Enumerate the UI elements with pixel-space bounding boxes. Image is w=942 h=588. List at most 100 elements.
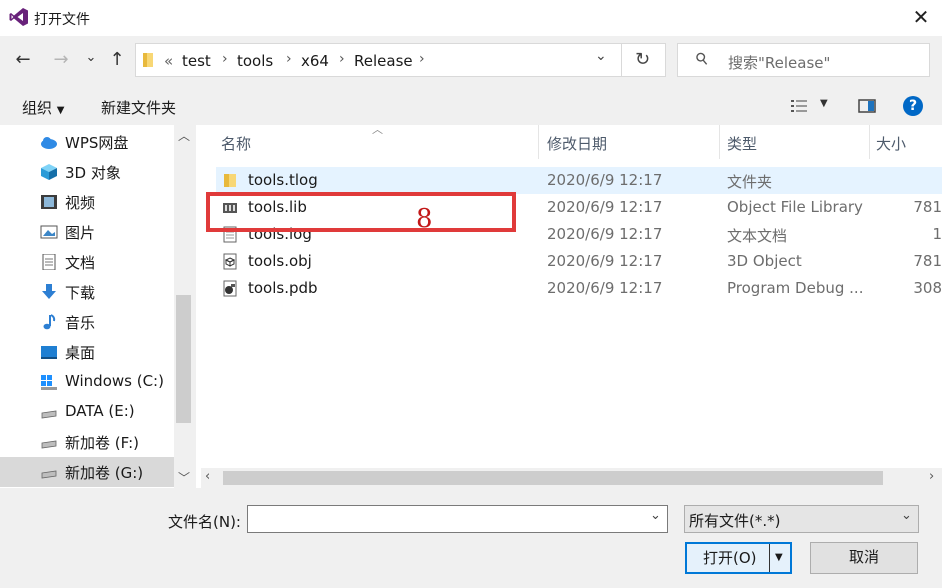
filter-dropdown-icon[interactable]: ⌄ [901, 508, 912, 523]
column-header-name[interactable]: 名称 [221, 133, 251, 154]
file-date: 2020/6/9 12:17 [547, 198, 663, 216]
sidebar-item-volume-g[interactable]: 新加卷 (G:) [0, 457, 174, 487]
sidebar-item-downloads[interactable]: 下载 [0, 277, 174, 307]
address-bar[interactable]: « test › tools › x64 › Release › ⌄ [135, 43, 622, 77]
organize-label: 组织 [22, 99, 53, 117]
folder-icon [224, 174, 236, 187]
file-type-filter-select[interactable]: 所有文件(*.*) ⌄ [684, 505, 919, 533]
cancel-button[interactable]: 取消 [810, 542, 918, 574]
column-header-date[interactable]: 修改日期 [547, 133, 607, 154]
navigation-pane: WPS网盘 3D 对象 视频 图片 文档 下载 音乐 桌面 Windows (C… [0, 125, 193, 488]
breadcrumb-separator[interactable]: › [222, 51, 228, 67]
view-dropdown-icon[interactable]: ▼ [820, 98, 828, 109]
refresh-button[interactable]: ↻ [622, 43, 666, 77]
toolbar: 组织 ▼ 新建文件夹 ▼ ? [0, 88, 942, 124]
sidebar-item-videos[interactable]: 视频 [0, 187, 174, 217]
search-box[interactable]: ⚲ 搜索"Release" [677, 43, 930, 77]
scrollbar-thumb[interactable] [176, 295, 191, 423]
sidebar-item-windows-c[interactable]: Windows (C:) [0, 367, 174, 397]
preview-pane-icon[interactable] [858, 98, 876, 114]
recent-locations-button[interactable]: ⌄ [82, 44, 100, 72]
cube-icon [41, 164, 57, 180]
file-size: 781 [913, 198, 942, 216]
column-divider[interactable] [869, 125, 870, 159]
file-size: 308 [913, 279, 942, 297]
view-options-icon[interactable] [790, 98, 808, 114]
file-row[interactable]: tools.obj 2020/6/9 12:17 3D Object 781 [216, 248, 942, 275]
drive-icon [41, 440, 57, 449]
breadcrumb-test[interactable]: test [182, 52, 211, 70]
new-folder-button[interactable]: 新建文件夹 [101, 97, 176, 118]
sidebar-item-label: 图片 [65, 224, 96, 242]
sidebar-item-desktop[interactable]: 桌面 [0, 337, 174, 367]
file-type: Object File Library [727, 198, 863, 216]
sidebar-item-label: Windows (C:) [65, 372, 164, 390]
breadcrumb-separator[interactable]: › [286, 51, 292, 67]
music-icon [43, 314, 56, 330]
file-name: tools.pdb [248, 279, 318, 297]
scroll-down-icon[interactable]: ﹀ [178, 469, 190, 486]
forward-button[interactable]: → [48, 46, 74, 74]
download-icon [42, 284, 56, 299]
object-file-icon [223, 253, 237, 270]
file-row[interactable]: tools.pdb 2020/6/9 12:17 Program Debug .… [216, 275, 942, 302]
bottom-bar: 文件名(N): ⌄ 所有文件(*.*) ⌄ 打开(O) ▼ 取消 [0, 488, 942, 588]
visual-studio-icon [9, 8, 28, 26]
picture-icon [40, 225, 58, 239]
column-header-size[interactable]: 大小 [876, 133, 906, 154]
filename-input[interactable]: ⌄ [247, 505, 668, 533]
file-type: Program Debug ... [727, 279, 864, 297]
file-size: 781 [913, 252, 942, 270]
address-dropdown-icon[interactable]: ⌄ [595, 48, 607, 64]
breadcrumb-separator[interactable]: › [339, 51, 345, 67]
title-bar: 打开文件 ✕ [0, 0, 942, 36]
sidebar-item-data-e[interactable]: DATA (E:) [0, 397, 174, 427]
film-icon [41, 195, 57, 209]
help-icon[interactable]: ? [903, 96, 923, 116]
open-dropdown-icon[interactable]: ▼ [775, 544, 783, 572]
breadcrumb-release[interactable]: Release [354, 52, 413, 70]
sidebar-item-label: 下载 [65, 284, 96, 302]
file-type: 文件夹 [727, 173, 773, 191]
sidebar-item-label: 文档 [65, 254, 96, 272]
close-icon[interactable]: ✕ [908, 4, 934, 30]
file-date: 2020/6/9 12:17 [547, 171, 663, 189]
scroll-left-icon[interactable]: ‹ [205, 469, 210, 484]
sidebar-item-pictures[interactable]: 图片 [0, 217, 174, 247]
search-input[interactable]: 搜索"Release" [728, 52, 830, 73]
navigation-scrollbar[interactable]: ︿ ﹀ [174, 125, 193, 488]
breadcrumb-separator[interactable]: › [419, 51, 425, 67]
sidebar-item-3d-objects[interactable]: 3D 对象 [0, 157, 174, 187]
breadcrumb-x64[interactable]: x64 [301, 52, 329, 70]
annotation-label: 8 [416, 204, 433, 234]
pdb-file-icon [223, 280, 237, 297]
sidebar-item-label: 新加卷 (G:) [65, 464, 144, 482]
open-button[interactable]: 打开(O) ▼ [685, 542, 792, 574]
search-icon: ⚲ [691, 47, 713, 70]
cloud-icon [41, 137, 57, 149]
horizontal-scrollbar[interactable]: ‹ › [201, 468, 942, 488]
annotation-box: 8 [206, 192, 516, 234]
filename-dropdown-icon[interactable]: ⌄ [650, 508, 661, 523]
desktop-icon [41, 346, 57, 359]
sidebar-item-music[interactable]: 音乐 [0, 307, 174, 337]
sort-ascending-icon: ︿ [372, 123, 383, 136]
breadcrumb-tools[interactable]: tools [237, 52, 273, 70]
up-button[interactable]: ↑ [104, 46, 130, 74]
back-button[interactable]: ← [10, 46, 36, 74]
sidebar-item-wps-cloud[interactable]: WPS网盘 [0, 127, 174, 157]
sidebar-item-volume-f[interactable]: 新加卷 (F:) [0, 427, 174, 457]
refresh-icon: ↻ [635, 49, 651, 70]
column-header-type[interactable]: 类型 [727, 133, 757, 154]
organize-button[interactable]: 组织 ▼ [22, 97, 65, 118]
scroll-up-icon[interactable]: ︿ [178, 127, 190, 144]
column-divider[interactable] [719, 125, 720, 159]
column-divider[interactable] [538, 125, 539, 159]
address-overflow-chevron[interactable]: « [164, 52, 173, 70]
sidebar-item-documents[interactable]: 文档 [0, 247, 174, 277]
scroll-right-icon[interactable]: › [929, 469, 934, 484]
file-date: 2020/6/9 12:17 [547, 279, 663, 297]
scrollbar-thumb[interactable] [223, 471, 883, 485]
file-row[interactable]: tools.tlog 2020/6/9 12:17 文件夹 [216, 167, 942, 194]
split-divider [769, 544, 770, 572]
